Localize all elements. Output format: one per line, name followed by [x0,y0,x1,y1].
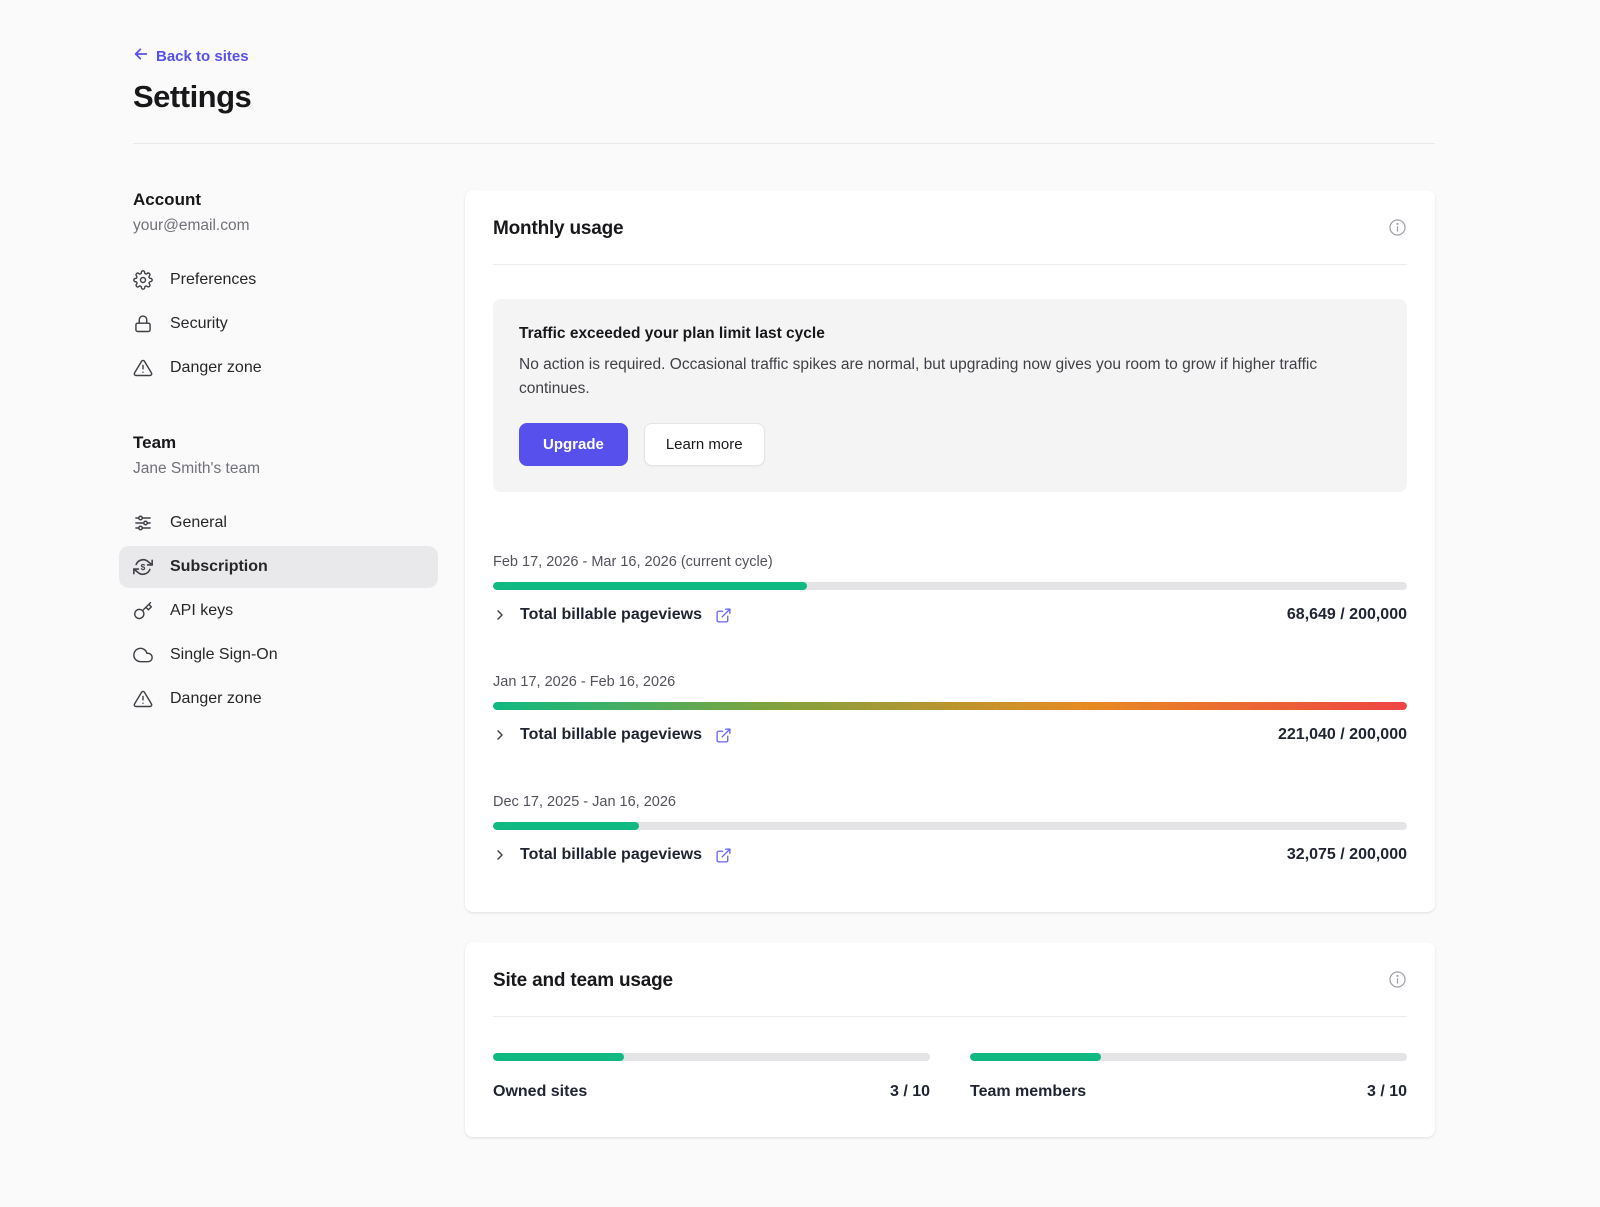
usage-progress-track [493,822,1407,830]
usage-value: 221,040 / 200,000 [1278,726,1407,744]
billable-pageviews-expander[interactable]: Total billable pageviews [493,726,732,744]
cycle-period: Jan 17, 2026 - Feb 16, 2026 [493,674,1407,690]
site-team-usage-card: Site and team usage Owned sites 3 / 10 [465,942,1435,1137]
usage-progress-fill-over-limit [493,702,1407,710]
sidebar-item-security[interactable]: Security [119,303,438,345]
sidebar-item-label: API keys [170,602,233,620]
sidebar-item-api-keys[interactable]: API keys [119,590,438,632]
metric-label: Total billable pageviews [520,846,702,864]
back-link-label: Back to sites [156,48,249,65]
sidebar-item-team-danger-zone[interactable]: Danger zone [119,678,438,720]
settings-sidebar: Account your@email.com Preferences Secur… [133,190,438,1167]
team-section: Team Jane Smith's team General $ Subscri… [133,433,438,720]
warning-triangle-icon [133,689,153,709]
monthly-usage-card: Monthly usage Traffic exceeded your plan… [465,190,1435,912]
sidebar-item-label: Security [170,315,228,333]
sidebar-item-label: Danger zone [170,359,262,377]
warning-triangle-icon [133,358,153,378]
upgrade-button[interactable]: Upgrade [519,423,628,466]
team-members-progress-track [970,1053,1407,1061]
info-icon[interactable] [1388,970,1407,989]
stat-label: Owned sites [493,1083,587,1101]
sidebar-item-label: Subscription [170,558,268,576]
key-icon [133,601,153,621]
stat-value: 3 / 10 [1367,1083,1407,1101]
learn-more-button[interactable]: Learn more [644,423,765,466]
usage-progress-track [493,702,1407,710]
owned-sites-progress-track [493,1053,930,1061]
sidebar-item-subscription[interactable]: $ Subscription [119,546,438,588]
owned-sites-stat: Owned sites 3 / 10 [493,1053,930,1101]
chevron-right-icon [493,848,507,862]
usage-value: 68,649 / 200,000 [1287,606,1407,624]
team-members-stat: Team members 3 / 10 [970,1053,1407,1101]
cycle-period: Dec 17, 2025 - Jan 16, 2026 [493,794,1407,810]
sidebar-item-general[interactable]: General [119,502,438,544]
cycle-period: Feb 17, 2026 - Mar 16, 2026 (current cyc… [493,554,1407,570]
site-team-usage-title: Site and team usage [493,970,673,992]
usage-cycle-current: Feb 17, 2026 - Mar 16, 2026 (current cyc… [493,554,1407,624]
settings-page: Back to sites Settings Account your@emai… [0,0,1600,1207]
sliders-icon [133,513,153,533]
sidebar-item-label: Single Sign-On [170,646,278,664]
traffic-exceeded-notice: Traffic exceeded your plan limit last cy… [493,299,1407,492]
sidebar-item-label: General [170,514,227,532]
back-to-sites-link[interactable]: Back to sites [133,46,249,66]
monthly-usage-title: Monthly usage [493,218,623,240]
metric-label: Total billable pageviews [520,606,702,624]
usage-cycle-previous: Jan 17, 2026 - Feb 16, 2026 Total billab… [493,674,1407,744]
account-heading: Account [133,190,438,210]
account-email: your@email.com [133,217,438,235]
usage-progress-track [493,582,1407,590]
external-link-icon[interactable] [715,847,732,864]
stat-value: 3 / 10 [890,1083,930,1101]
sidebar-item-account-danger-zone[interactable]: Danger zone [119,347,438,389]
team-heading: Team [133,433,438,453]
sidebar-item-label: Preferences [170,271,256,289]
usage-progress-fill [493,822,639,830]
subscription-dollar-refresh-icon: $ [133,557,153,577]
notice-body: No action is required. Occasional traffi… [519,353,1381,401]
page-title: Settings [133,79,1435,115]
chevron-right-icon [493,728,507,742]
svg-text:$: $ [141,562,146,572]
billable-pageviews-expander[interactable]: Total billable pageviews [493,846,732,864]
stat-label: Team members [970,1083,1086,1101]
sidebar-item-preferences[interactable]: Preferences [119,259,438,301]
header-divider [133,143,1435,144]
lock-icon [133,314,153,334]
notice-title: Traffic exceeded your plan limit last cy… [519,325,1381,343]
gear-icon [133,270,153,290]
sidebar-item-single-sign-on[interactable]: Single Sign-On [119,634,438,676]
usage-value: 32,075 / 200,000 [1287,846,1407,864]
external-link-icon[interactable] [715,727,732,744]
external-link-icon[interactable] [715,607,732,624]
card-divider [493,264,1407,265]
team-name: Jane Smith's team [133,460,438,478]
chevron-right-icon [493,608,507,622]
arrow-left-icon [133,46,149,66]
sidebar-item-label: Danger zone [170,690,262,708]
card-divider [493,1016,1407,1017]
info-icon[interactable] [1388,218,1407,237]
cloud-icon [133,645,153,665]
billable-pageviews-expander[interactable]: Total billable pageviews [493,606,732,624]
account-section: Account your@email.com Preferences Secur… [133,190,438,389]
owned-sites-progress-fill [493,1053,624,1061]
usage-cycle-older: Dec 17, 2025 - Jan 16, 2026 Total billab… [493,794,1407,864]
metric-label: Total billable pageviews [520,726,702,744]
team-members-progress-fill [970,1053,1101,1061]
usage-progress-fill [493,582,807,590]
